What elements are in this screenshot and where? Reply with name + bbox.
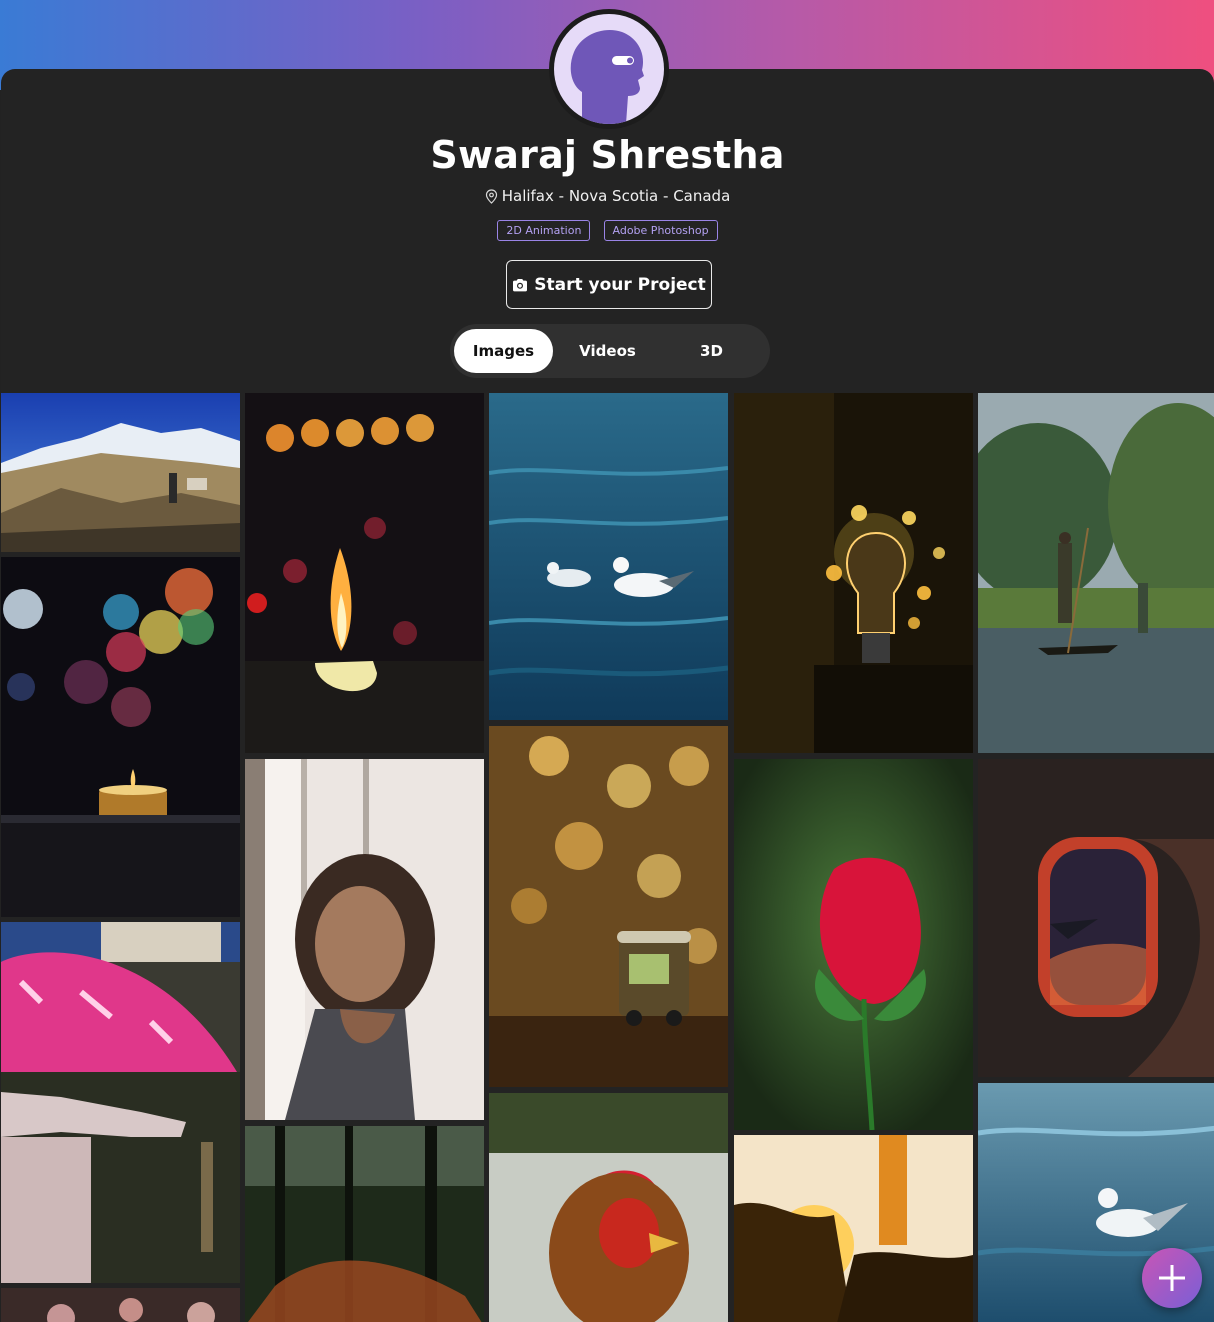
profile-card: Swaraj Shrestha Halifax - Nova Scotia - … — [1, 69, 1214, 1322]
red-rose-photo[interactable] — [734, 759, 973, 1130]
candle-flame-photo[interactable] — [245, 393, 484, 753]
plus-icon — [1159, 1265, 1185, 1291]
start-project-label: Start your Project — [534, 274, 706, 295]
toy-rickshaw-bokeh-photo[interactable] — [489, 726, 728, 1087]
rooster-photo[interactable] — [489, 1093, 728, 1322]
add-fab-button[interactable] — [1142, 1248, 1202, 1308]
profile-name: Swaraj Shrestha — [430, 133, 785, 177]
bokeh-lights-photo[interactable] — [1, 1288, 240, 1322]
airplane-window-photo[interactable] — [978, 759, 1214, 1077]
start-project-button[interactable]: Start your Project — [506, 260, 712, 309]
woman-window-portrait-photo[interactable] — [245, 759, 484, 1120]
mountain-hiker-photo[interactable] — [1, 393, 240, 552]
tag-2d-animation[interactable]: 2D Animation — [497, 220, 591, 241]
tag-adobe-photoshop[interactable]: Adobe Photoshop — [603, 220, 718, 241]
forest-sunset-photo[interactable] — [245, 1126, 484, 1322]
bokeh-tealight-photo[interactable] — [1, 557, 240, 917]
tab-3d[interactable]: 3D — [662, 329, 761, 373]
glowing-light-bulb-photo[interactable] — [734, 393, 973, 753]
user-head-icon — [570, 30, 644, 124]
camera-icon — [513, 278, 528, 291]
avatar[interactable] — [549, 9, 669, 129]
skill-tags: 2D Animation Adobe Photoshop — [1, 219, 1214, 241]
seagulls-on-water-photo[interactable] — [489, 393, 728, 720]
profile-location: Halifax - Nova Scotia - Canada — [1, 187, 1214, 208]
location-text: Halifax - Nova Scotia - Canada — [501, 187, 731, 205]
tab-videos[interactable]: Videos — [558, 329, 657, 373]
media-tabs: Images Videos 3D — [450, 324, 770, 378]
pink-umbrella-child-photo[interactable] — [1, 922, 240, 1283]
map-pin-icon — [485, 189, 498, 208]
tab-images[interactable]: Images — [454, 329, 553, 373]
boatman-river-photo[interactable] — [978, 393, 1214, 753]
sunset-flowers-photo[interactable] — [734, 1135, 973, 1322]
